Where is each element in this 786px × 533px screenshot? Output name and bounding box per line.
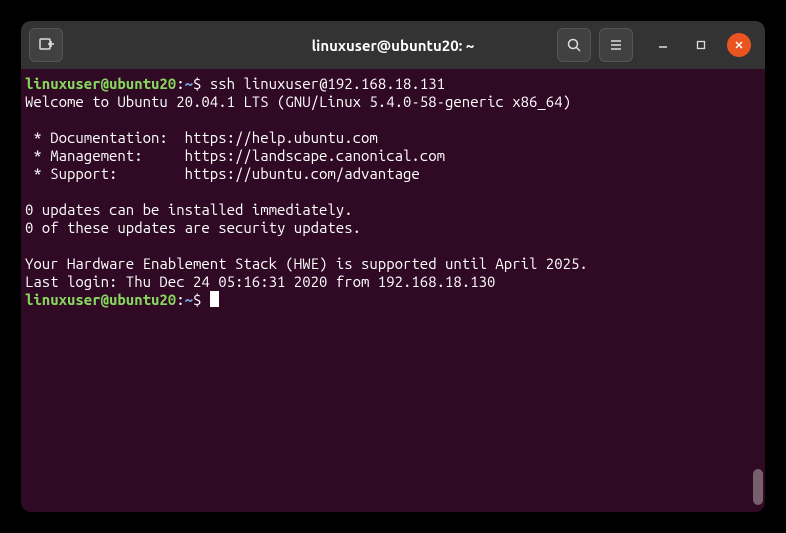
prompt-dollar: $: [193, 291, 210, 308]
window-controls: [651, 33, 751, 57]
terminal-body[interactable]: linuxuser@ubuntu20:~$ ssh linuxuser@192.…: [21, 69, 765, 512]
prompt-path: ~: [185, 291, 193, 308]
new-tab-icon: [38, 37, 54, 53]
hwe-line: Your Hardware Enablement Stack (HWE) is …: [25, 255, 588, 272]
new-tab-button[interactable]: [29, 28, 63, 62]
titlebar-right: [557, 28, 757, 62]
command-text: ssh linuxuser@192.168.18.131: [210, 75, 445, 92]
titlebar-left: [29, 28, 63, 62]
maximize-icon: [696, 40, 706, 50]
last-login-line: Last login: Thu Dec 24 05:16:31 2020 fro…: [25, 273, 495, 290]
prompt-user: linuxuser@ubuntu20: [25, 291, 176, 308]
documentation-line: * Documentation: https://help.ubuntu.com: [25, 129, 378, 146]
updates-line-1: 0 updates can be installed immediately.: [25, 201, 353, 218]
terminal-window: linuxuser@ubuntu20: ~: [21, 21, 765, 512]
prompt-path: ~: [185, 75, 193, 92]
close-icon: [734, 40, 744, 50]
minimize-icon: [658, 40, 668, 50]
updates-line-2: 0 of these updates are security updates.: [25, 219, 361, 236]
prompt-user: linuxuser@ubuntu20: [25, 75, 176, 92]
hamburger-icon: [608, 37, 624, 53]
minimize-button[interactable]: [651, 33, 675, 57]
prompt-dollar: $: [193, 75, 210, 92]
prompt-line-1: linuxuser@ubuntu20:~$ ssh linuxuser@192.…: [25, 75, 445, 92]
maximize-button[interactable]: [689, 33, 713, 57]
welcome-line: Welcome to Ubuntu 20.04.1 LTS (GNU/Linux…: [25, 93, 571, 110]
menu-button[interactable]: [599, 28, 633, 62]
prompt-line-2: linuxuser@ubuntu20:~$: [25, 291, 219, 308]
cursor: [210, 291, 219, 307]
titlebar: linuxuser@ubuntu20: ~: [21, 21, 765, 69]
search-icon: [566, 37, 582, 53]
management-line: * Management: https://landscape.canonica…: [25, 147, 445, 164]
close-button[interactable]: [727, 33, 751, 57]
prompt-colon: :: [176, 291, 184, 308]
prompt-colon: :: [176, 75, 184, 92]
support-line: * Support: https://ubuntu.com/advantage: [25, 165, 420, 182]
scrollbar-thumb[interactable]: [753, 469, 763, 505]
search-button[interactable]: [557, 28, 591, 62]
